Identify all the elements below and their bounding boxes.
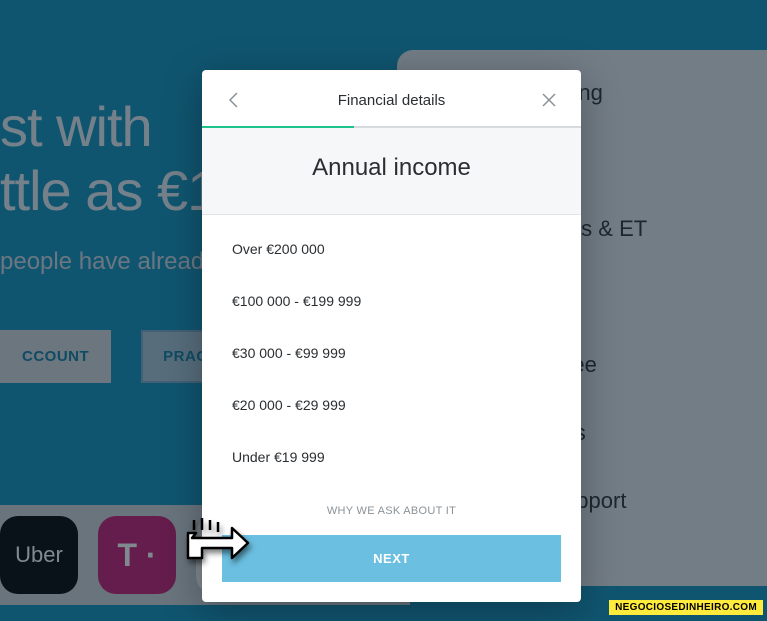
income-option[interactable]: Over €200 000 [202,223,581,275]
close-icon[interactable] [537,88,561,112]
income-options-list: Over €200 000 €100 000 - €199 999 €30 00… [202,215,581,491]
income-option[interactable]: €20 000 - €29 999 [202,379,581,431]
financial-details-modal: Financial details Annual income Over €20… [202,70,581,602]
income-option[interactable]: €100 000 - €199 999 [202,275,581,327]
next-button[interactable]: NEXT [222,535,561,582]
why-we-ask-link[interactable]: WHY WE ASK ABOUT IT [202,491,581,531]
income-option[interactable]: Under €19 999 [202,431,581,483]
modal-subtitle: Annual income [222,154,561,182]
back-icon[interactable] [222,88,246,112]
income-option[interactable]: €30 000 - €99 999 [202,327,581,379]
modal-title: Financial details [338,92,446,109]
watermark: NEGOCIOSEDINHEIRO.COM [609,600,763,615]
